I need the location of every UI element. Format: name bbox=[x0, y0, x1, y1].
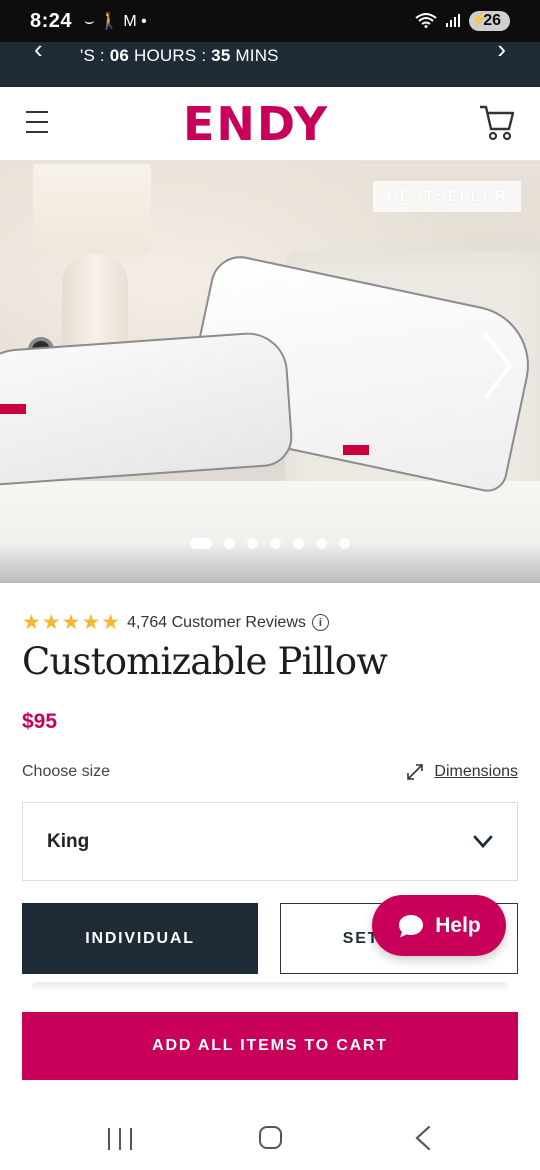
carousel-dot[interactable] bbox=[316, 538, 327, 549]
reviews-count[interactable]: 4,764 Customer Reviews bbox=[127, 614, 306, 632]
lamp-shade bbox=[33, 164, 151, 254]
promo-next-icon[interactable]: › bbox=[497, 36, 506, 62]
status-bar: 8:24 ⌣ 🚶 M • 26 bbox=[0, 0, 540, 42]
product-title: Customizable Pillow bbox=[22, 640, 388, 683]
promo-prefix: 'S : bbox=[80, 46, 110, 65]
product-price: $95 bbox=[22, 710, 58, 733]
carousel-dot[interactable] bbox=[270, 538, 281, 549]
carousel-dot[interactable] bbox=[247, 538, 258, 549]
battery-indicator: 26 bbox=[469, 11, 510, 31]
status-notification-icons: ⌣ 🚶 M • bbox=[84, 13, 147, 30]
wifi-icon bbox=[415, 12, 437, 31]
pillow-front bbox=[0, 330, 295, 487]
promo-hours: 06 bbox=[109, 46, 130, 65]
site-header: ENDY bbox=[0, 87, 540, 161]
info-icon[interactable]: i bbox=[311, 614, 329, 631]
mattress bbox=[0, 481, 540, 583]
recent-apps-icon[interactable] bbox=[108, 1128, 132, 1150]
individual-button[interactable]: INDIVIDUAL bbox=[22, 903, 258, 974]
add-all-to-cart-button[interactable]: ADD ALL ITEMS TO CART bbox=[22, 1012, 518, 1080]
expand-icon bbox=[406, 763, 424, 781]
status-time: 8:24 bbox=[30, 9, 73, 32]
chat-bubble-icon bbox=[397, 913, 425, 939]
size-select[interactable]: King bbox=[22, 802, 518, 881]
endy-logo[interactable]: ENDY bbox=[183, 97, 329, 151]
size-select-value: King bbox=[47, 830, 90, 852]
bestseller-badge: BESTSELLER bbox=[373, 181, 521, 212]
pillow-tag bbox=[343, 445, 369, 455]
cart-icon[interactable] bbox=[478, 103, 516, 143]
carousel-dot[interactable] bbox=[293, 538, 304, 549]
carousel-dot[interactable] bbox=[224, 538, 235, 549]
carousel-dots bbox=[190, 538, 350, 549]
help-label: Help bbox=[435, 913, 481, 937]
divider-shadow bbox=[32, 982, 508, 992]
rating-row[interactable]: ★★★★★ 4,764 Customer Reviews i bbox=[22, 610, 329, 635]
chevron-right-icon[interactable] bbox=[482, 331, 514, 401]
promo-mins: 35 bbox=[211, 46, 231, 65]
back-icon[interactable] bbox=[412, 1124, 434, 1152]
product-hero-image[interactable]: BESTSELLER bbox=[0, 161, 540, 583]
signal-icon bbox=[445, 12, 461, 31]
status-right: 26 bbox=[415, 11, 510, 31]
promo-mins-label: MINS bbox=[230, 46, 279, 65]
dimensions-link[interactable]: Dimensions bbox=[406, 763, 518, 781]
promo-prev-icon[interactable]: ‹ bbox=[34, 36, 43, 62]
hamburger-menu-icon[interactable] bbox=[26, 111, 48, 133]
star-rating-icon: ★★★★★ bbox=[22, 611, 122, 634]
system-nav-bar bbox=[0, 1106, 540, 1170]
chevron-down-icon bbox=[473, 835, 493, 849]
promo-banner: ‹ 'S : 06 HOURS : 35 MINS › bbox=[0, 36, 540, 87]
help-chat-button[interactable]: Help bbox=[372, 895, 506, 956]
home-icon[interactable] bbox=[259, 1126, 282, 1149]
promo-hours-label: HOURS : bbox=[129, 46, 212, 65]
pillow-tag bbox=[0, 404, 26, 414]
dimensions-label[interactable]: Dimensions bbox=[434, 763, 518, 781]
carousel-dot[interactable] bbox=[190, 538, 212, 549]
promo-countdown: 'S : 06 HOURS : 35 MINS bbox=[80, 46, 279, 66]
choose-size-label: Choose size bbox=[22, 763, 111, 780]
carousel-dot[interactable] bbox=[339, 538, 350, 549]
